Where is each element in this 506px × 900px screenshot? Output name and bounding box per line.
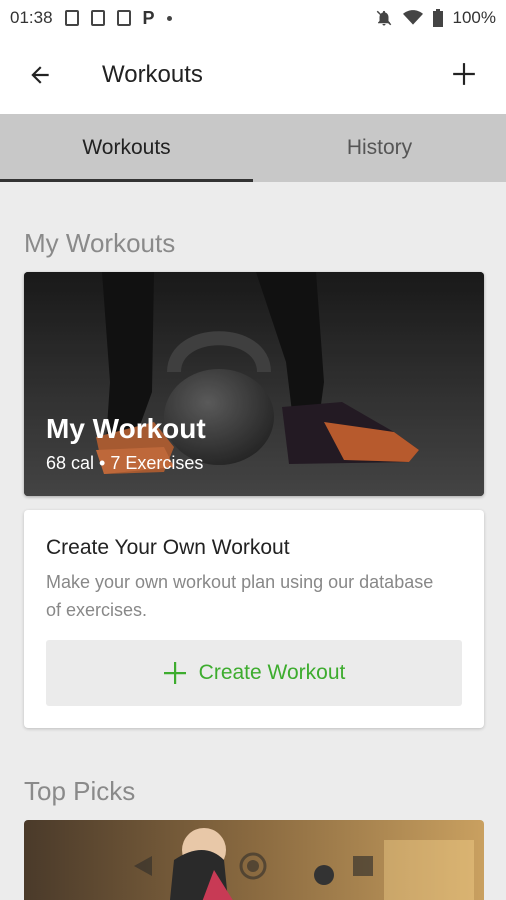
clipboard-check-icon — [116, 10, 131, 26]
arrow-left-icon — [31, 66, 49, 84]
parking-app-icon: P — [142, 7, 155, 28]
create-workout-card: Create Your Own Workout Make your own wo… — [24, 510, 484, 728]
create-workout-button-label: Create Workout — [198, 661, 346, 684]
tab-workouts[interactable]: Workouts — [0, 114, 253, 182]
nav-recents-icon[interactable] — [352, 855, 374, 877]
nav-back-icon[interactable] — [132, 854, 154, 878]
create-workout-title: Create Your Own Workout — [46, 536, 290, 559]
battery-icon — [432, 9, 443, 27]
status-time: 01:38 — [10, 8, 53, 27]
my-workouts-heading: My Workouts — [24, 228, 176, 258]
create-workout-description: Make your own workout plan using our dat… — [46, 572, 434, 620]
plus-icon — [163, 662, 186, 684]
page-title: Workouts — [102, 61, 203, 88]
plus-icon — [453, 63, 475, 85]
system-nav-bar — [0, 846, 506, 886]
status-bar: 01:38 P 100% — [0, 0, 506, 36]
workout-card-subtitle: 68 cal • 7 Exercises — [46, 453, 204, 473]
app-bar: Workouts — [0, 36, 506, 114]
tab-history[interactable]: History — [253, 114, 506, 182]
add-button[interactable] — [444, 54, 484, 94]
back-button[interactable] — [0, 36, 80, 114]
notifications-off-icon — [376, 10, 391, 26]
create-workout-button[interactable]: Create Workout — [46, 640, 462, 706]
my-workout-card[interactable]: My Workout 68 cal • 7 Exercises — [24, 272, 484, 496]
tab-bar: Workouts History — [0, 114, 506, 182]
notification-dot-icon — [166, 15, 172, 21]
sim-card-icon — [90, 10, 105, 26]
nav-home-icon[interactable] — [238, 851, 268, 881]
workout-card-title: My Workout — [46, 413, 206, 444]
wifi-icon — [402, 10, 423, 25]
battery-percent: 100% — [452, 8, 496, 27]
top-picks-heading: Top Picks — [24, 776, 136, 806]
sim-card-icon — [64, 10, 79, 26]
